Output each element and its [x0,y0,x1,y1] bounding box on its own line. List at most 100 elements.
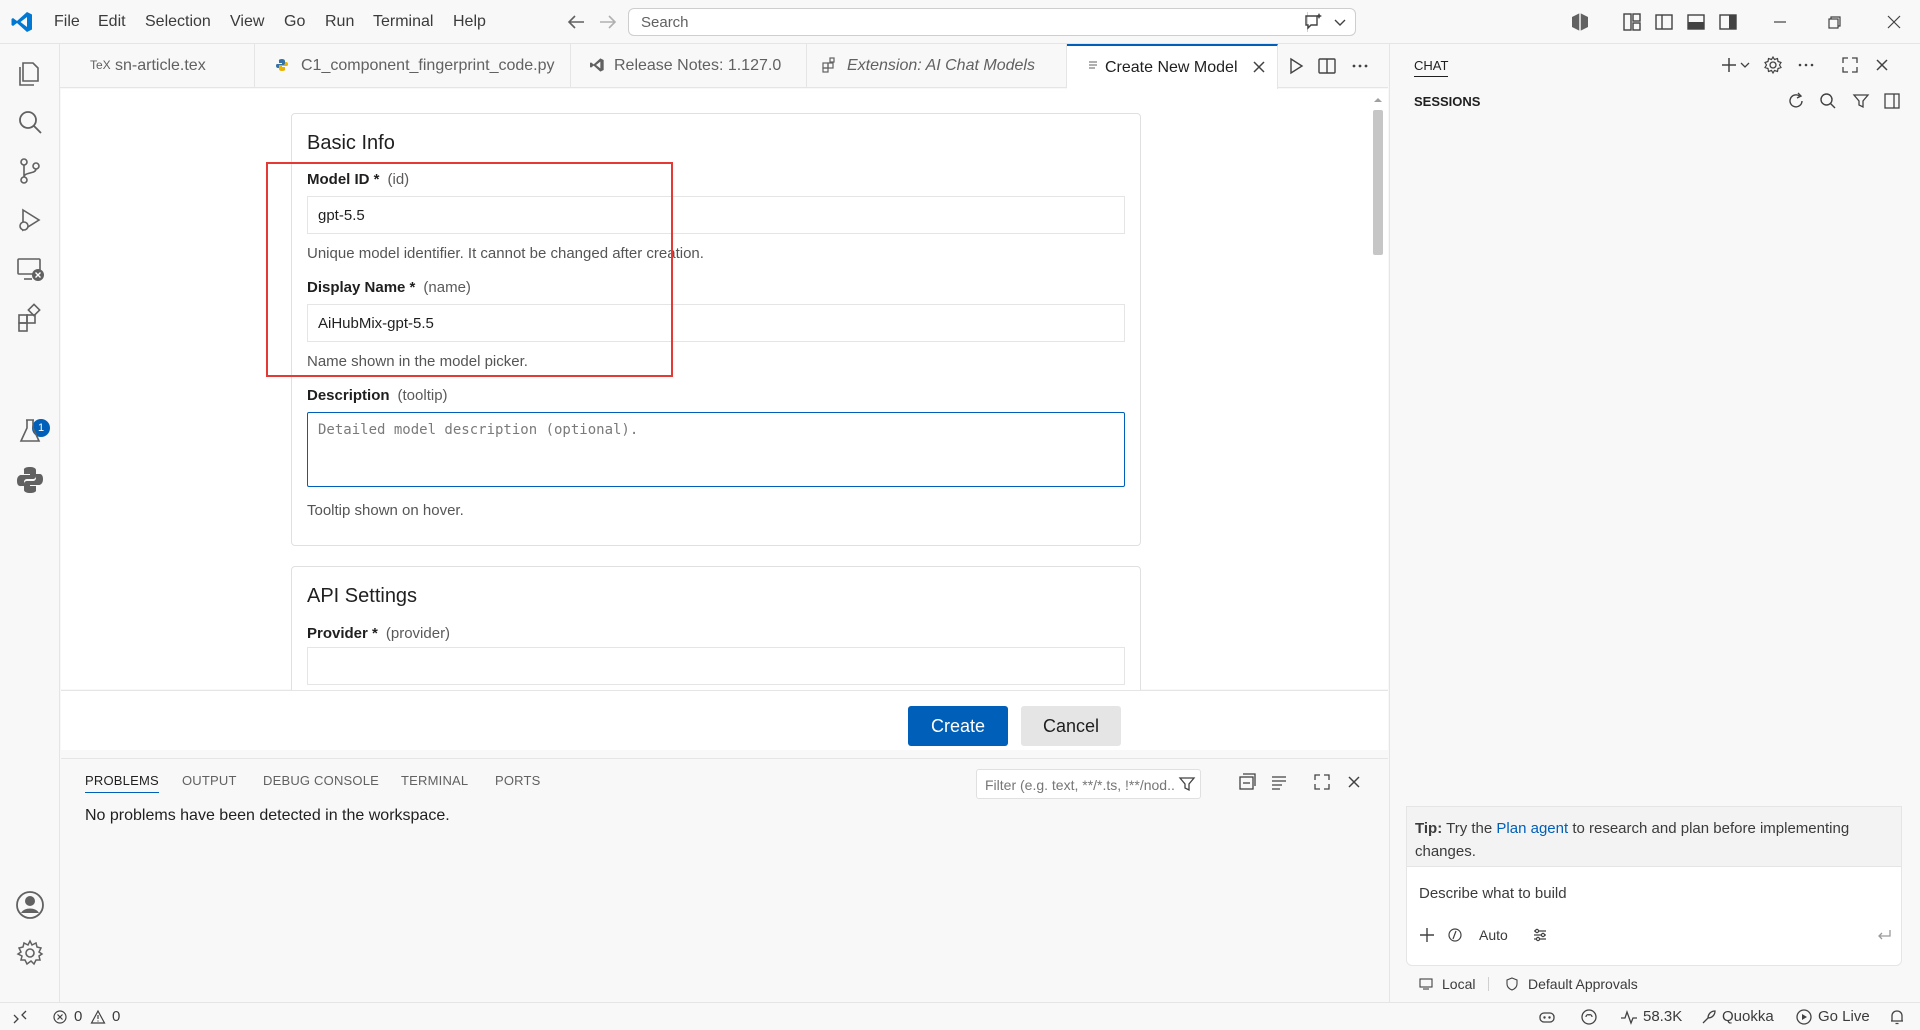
more-actions-icon[interactable] [1350,56,1370,76]
local-computer-icon [1418,976,1434,992]
problems-filter-input[interactable]: Filter (e.g. text, **/*.ts, !**/nod... [976,769,1201,799]
menu-selection[interactable]: Selection [145,13,211,31]
toggle-secondary-sidebar-icon[interactable] [1716,10,1740,34]
status-bar: 0 0 58.3K Quokka Go Live [0,1002,1920,1030]
chat-settings-gear-icon[interactable] [1762,54,1784,76]
close-window-icon[interactable] [1882,10,1906,34]
tab-sn-article[interactable]: TeX sn-article.tex [75,44,255,88]
chevron-down-icon[interactable] [1331,13,1349,31]
search-placeholder: Search [641,14,689,31]
tab-create-new-model[interactable]: Create New Model [1067,44,1278,89]
restore-icon[interactable] [1822,10,1846,34]
toggle-panel-icon[interactable] [1684,10,1708,34]
editor-webview: Basic Info Model ID * (id) gpt-5.5 Unique… [61,89,1388,706]
tab-output[interactable]: OUTPUT [182,773,237,788]
extensions-icon[interactable] [14,302,46,334]
minimize-icon[interactable] [1768,10,1792,34]
notifications-bell-icon[interactable] [1888,1008,1906,1026]
tab-terminal[interactable]: TERMINAL [401,773,468,788]
tab-ports[interactable]: PORTS [495,773,541,788]
tab-c1-component[interactable]: C1_component_fingerprint_code.py [255,44,571,88]
chevron-down-icon[interactable] [1738,54,1752,76]
run-icon[interactable] [1286,56,1306,76]
more-actions-icon[interactable] [1795,54,1817,76]
quokka-status[interactable]: Quokka [1722,1008,1774,1025]
tab-problems[interactable]: PROBLEMS [85,773,159,793]
copilot-status-icon[interactable] [1538,1008,1556,1026]
collapse-all-icon[interactable] [1236,771,1258,793]
tab-extension-ai-chat-models[interactable]: Extension: AI Chat Models [807,44,1067,88]
run-debug-icon[interactable] [14,204,46,236]
menu-go[interactable]: Go [284,13,305,31]
provider-input[interactable] [307,647,1125,685]
shield-icon [1504,976,1520,992]
source-control-icon[interactable] [14,155,46,187]
cancel-button[interactable]: Cancel [1021,706,1121,746]
scroll-up-arrow-icon[interactable] [1373,95,1383,105]
session-location[interactable]: Local [1442,976,1475,992]
close-tab-icon[interactable] [1251,59,1267,75]
explorer-icon[interactable] [14,57,46,89]
toggle-primary-sidebar-icon[interactable] [1652,10,1676,34]
close-panel-icon[interactable] [1343,771,1365,793]
remote-explorer-icon[interactable] [14,253,46,285]
maximize-icon[interactable] [1839,54,1861,76]
maximize-panel-icon[interactable] [1311,771,1333,793]
tab-debug-console[interactable]: DEBUG CONSOLE [263,773,379,788]
token-count[interactable]: 58.3K [1643,1008,1682,1025]
close-icon[interactable] [1871,54,1893,76]
filter-icon[interactable] [1850,90,1872,112]
new-chat-plus-icon[interactable] [1718,54,1740,76]
description-textarea[interactable]: Detailed model description (optional). [307,412,1125,487]
warning-count[interactable]: 0 [112,1008,120,1025]
toggle-sidebar-icon[interactable] [1881,90,1903,112]
settings-gear-icon[interactable] [14,937,46,969]
warning-icon[interactable] [90,1009,106,1025]
back-arrow-icon[interactable] [564,10,588,34]
view-as-tree-icon[interactable] [1268,771,1290,793]
agent-mode-icon[interactable] [1447,927,1463,943]
add-context-plus-icon[interactable] [1417,925,1437,945]
account-icon[interactable] [14,889,46,921]
tab-label: C1_component_fingerprint_code.py [301,57,555,74]
menu-edit[interactable]: Edit [98,13,126,31]
split-editor-icon[interactable] [1317,56,1337,76]
testing-flask-icon[interactable] [14,415,46,447]
remote-indicator-icon[interactable] [12,1009,28,1025]
model-picker[interactable]: Auto [1479,927,1508,943]
editor-scrollbar[interactable] [1373,110,1383,255]
copilot-icon[interactable] [1568,10,1592,34]
refresh-icon[interactable] [1785,90,1807,112]
error-icon[interactable] [52,1009,68,1025]
filter-icon[interactable] [1177,774,1197,794]
forward-arrow-icon[interactable] [596,10,620,34]
menu-file[interactable]: File [54,13,80,31]
chat-sparkle-icon[interactable] [1302,11,1324,33]
error-count[interactable]: 0 [74,1008,82,1025]
tex-file-icon: TeX [90,58,111,72]
chat-title[interactable]: CHAT [1414,58,1449,77]
plan-agent-link[interactable]: Plan agent [1496,820,1568,837]
chat-input-box[interactable]: Describe what to build Auto [1406,866,1902,966]
quokka-icon [1700,1008,1718,1026]
search-icon[interactable] [14,106,46,138]
menu-terminal[interactable]: Terminal [373,13,433,31]
create-button[interactable]: Create [908,706,1008,746]
tab-release-notes[interactable]: Release Notes: 1.127.0 [571,44,807,88]
menu-view[interactable]: View [230,13,264,31]
pulse-icon [1620,1008,1638,1026]
search-icon[interactable] [1817,90,1839,112]
menu-run[interactable]: Run [325,13,354,31]
menu-help[interactable]: Help [453,13,486,31]
extensions-icon [821,57,837,73]
command-center-search[interactable]: Search [628,8,1356,36]
python-icon[interactable] [14,464,46,496]
customize-layout-icon[interactable] [1620,10,1644,34]
send-enter-icon[interactable] [1875,926,1893,944]
chat-input-placeholder: Describe what to build [1419,885,1567,902]
go-live-button[interactable]: Go Live [1818,1008,1870,1025]
tools-sliders-icon[interactable] [1531,926,1549,944]
chat-sidebar: CHAT SESSIONS Tip: Try the Plan agent to… [1389,44,1920,1002]
approvals-setting[interactable]: Default Approvals [1528,976,1638,992]
accounts-status-icon[interactable] [1580,1008,1598,1026]
